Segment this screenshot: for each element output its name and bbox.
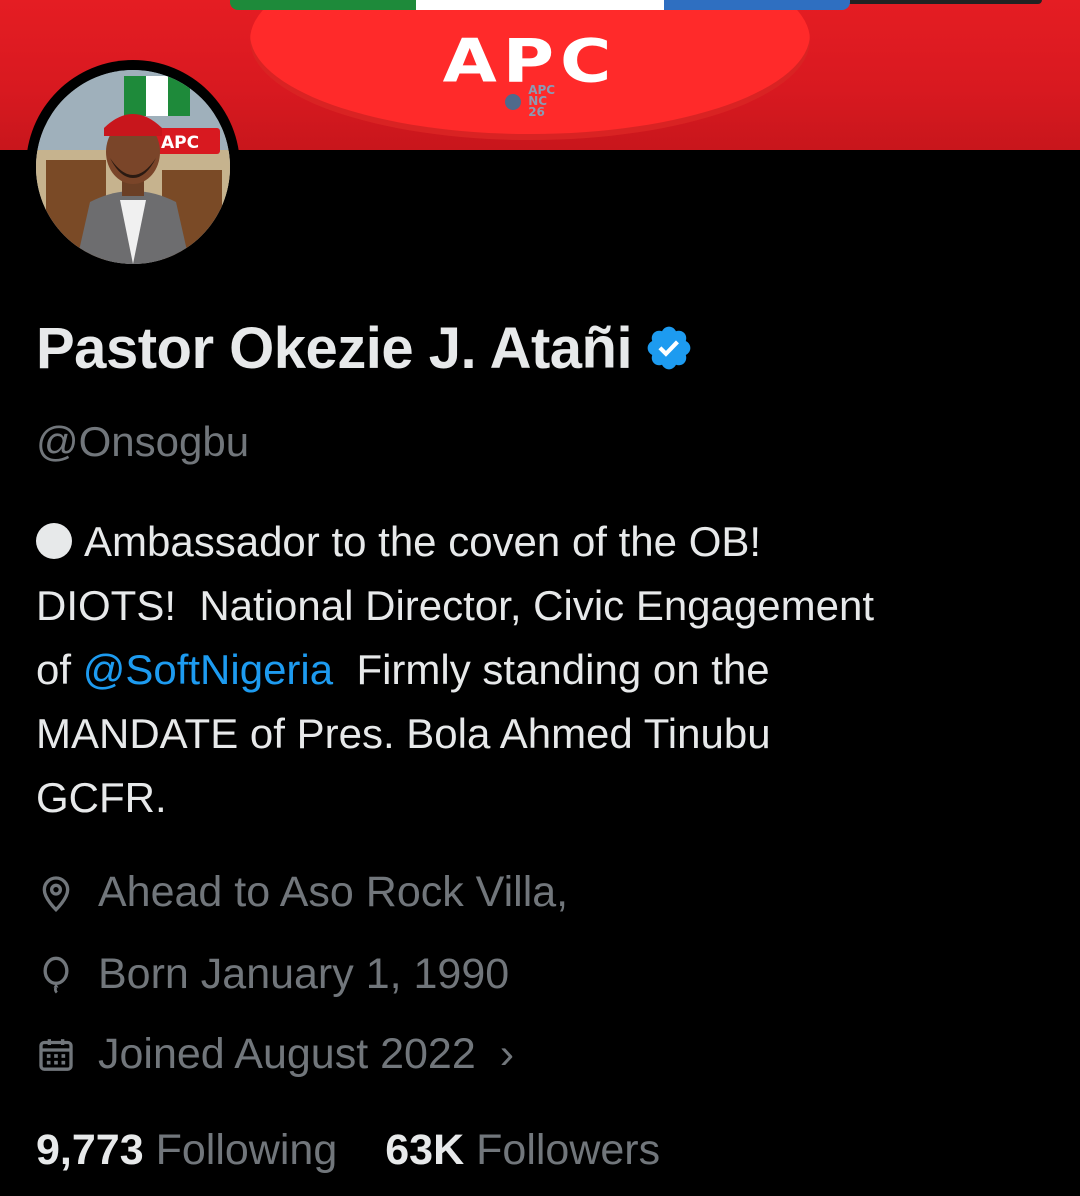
profile-handle: @Onsogbu <box>36 418 250 465</box>
profile-joined[interactable]: Joined August 2022 › <box>36 1030 514 1079</box>
follow-stats: 9,773 Following 63K Followers <box>36 1126 660 1175</box>
profile-birthdate: Born January 1, 1990 <box>36 950 509 999</box>
bio-line-3-prefix: of <box>36 646 83 693</box>
bio-line-3-suffix: Firmly standing on the <box>333 646 770 693</box>
bio-line-5: GCFR. <box>36 774 167 821</box>
banner-sub-line-3: 26 <box>528 105 545 119</box>
balloon-icon <box>43 956 69 993</box>
profile-location: Ahead to Aso Rock Villa, <box>36 868 568 917</box>
avatar-illustration: APC <box>36 70 230 264</box>
bio-line-1-text: Ambassador to the coven of the OB! <box>84 518 762 565</box>
chevron-right-icon[interactable]: › <box>500 1030 514 1079</box>
avatar-badge-text: APC <box>161 133 199 153</box>
following-label: Following <box>155 1126 338 1174</box>
bio-line-2: DIOTS! National Director, Civic Engageme… <box>36 582 874 629</box>
location-pin-icon <box>42 875 70 912</box>
followers-count: 63K <box>385 1126 465 1174</box>
bio-line-3: of @SoftNigeria Firmly standing on the <box>36 638 1046 702</box>
followers-link[interactable]: 63K Followers <box>385 1126 660 1175</box>
avatar[interactable]: APC <box>26 60 240 274</box>
profile-name-row: Pastor Okezie J. Atañi <box>36 308 694 388</box>
mention-link[interactable]: @SoftNigeria <box>83 646 333 693</box>
profile-bio: Ambassador to the coven of the OB! DIOTS… <box>36 510 1046 830</box>
location-text: Ahead to Aso Rock Villa, <box>98 868 569 916</box>
bio-line-1: Ambassador to the coven of the OB! <box>36 510 1046 574</box>
followers-label: Followers <box>476 1126 661 1174</box>
bio-line-4: MANDATE of Pres. Bola Ahmed Tinubu <box>36 710 771 757</box>
banner-sub-logo: APC NC 26 <box>505 84 555 119</box>
banner-mark-icon <box>505 93 521 110</box>
banner-flag-stripe <box>230 0 850 10</box>
calendar-icon <box>39 1038 73 1071</box>
display-name: Pastor Okezie J. Atañi <box>36 315 633 381</box>
verified-badge-icon[interactable] <box>644 323 694 373</box>
avatar-photo: APC <box>36 70 230 264</box>
following-link[interactable]: 9,773 Following <box>36 1126 337 1175</box>
following-count: 9,773 <box>36 1126 144 1174</box>
bullet-circle-icon <box>36 523 72 559</box>
joined-text: Joined August 2022 <box>98 1030 476 1078</box>
birthdate-text: Born January 1, 1990 <box>98 950 510 998</box>
